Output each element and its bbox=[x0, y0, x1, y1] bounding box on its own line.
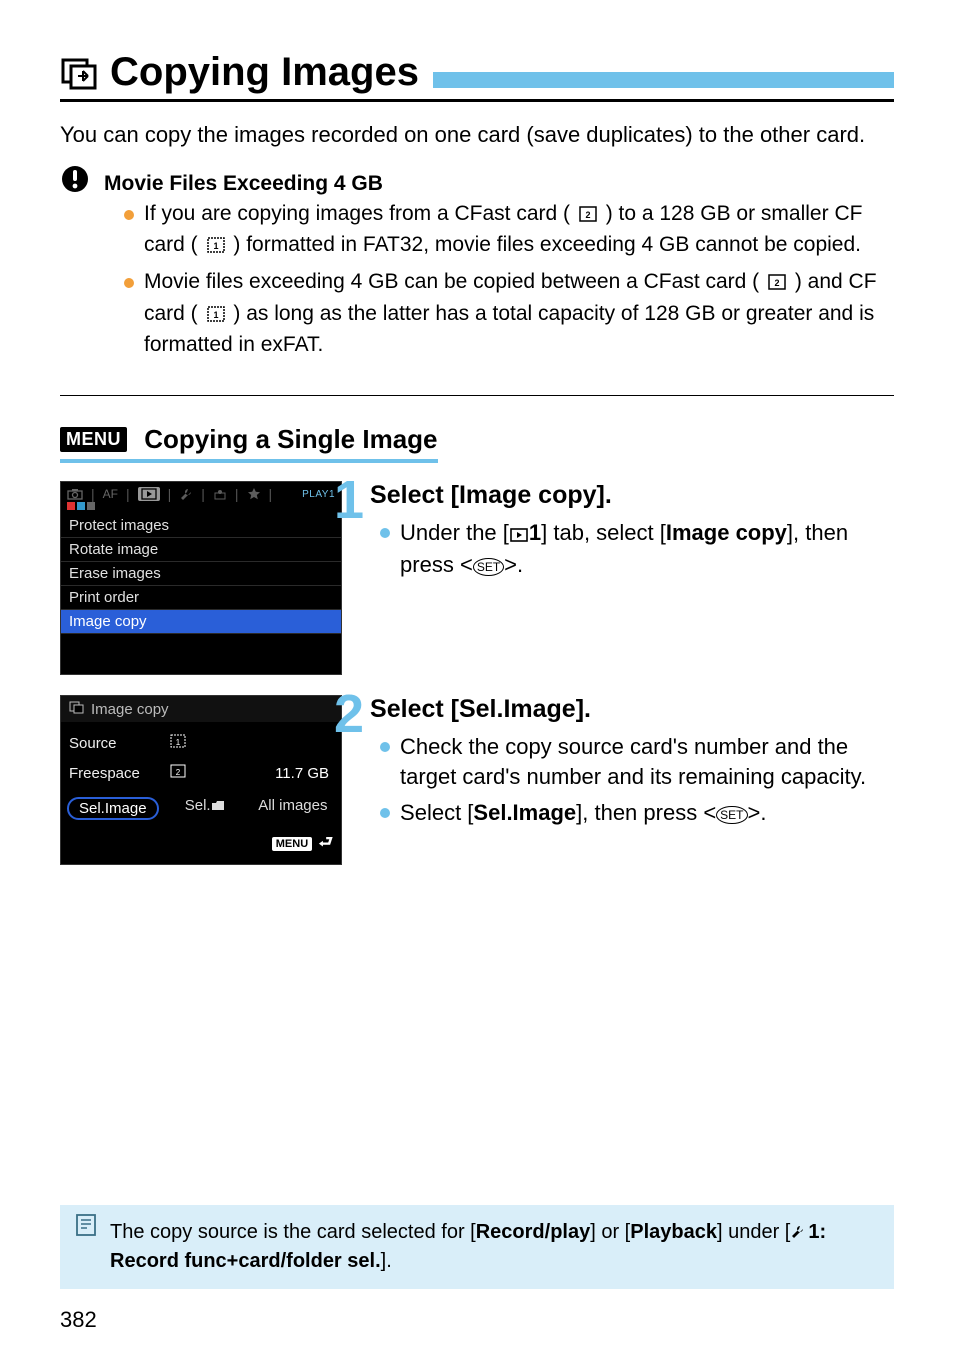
warning-item: If you are copying images from a CFast c… bbox=[124, 200, 894, 263]
source-card-icon: 1 bbox=[169, 733, 249, 753]
warning-heading: Movie Files Exceeding 4 GB bbox=[104, 172, 894, 196]
camera-menu-screenshot-2: Image copy Source 1 Freespace 2 bbox=[60, 695, 342, 865]
sel-image-button: Sel.Image bbox=[65, 794, 161, 823]
step-1: | AF | | | | bbox=[60, 481, 894, 675]
note-icon bbox=[74, 1213, 98, 1237]
step-2-bullet: Select [Sel.Image], then press <SET>. bbox=[374, 798, 894, 828]
menu-row-selected: Image copy bbox=[61, 610, 341, 634]
svg-text:2: 2 bbox=[775, 278, 780, 288]
freespace-card-icon: 2 bbox=[169, 763, 249, 783]
step-2-bullet: Check the copy source card's number and … bbox=[374, 732, 894, 791]
back-arrow-icon: ⮐ bbox=[314, 834, 333, 851]
custom-fn-tab-icon bbox=[213, 487, 227, 501]
svg-text:2: 2 bbox=[585, 210, 590, 220]
svg-text:1: 1 bbox=[213, 310, 218, 320]
text: Sel.Image bbox=[473, 800, 576, 825]
wrench-inline-icon bbox=[790, 1221, 806, 1248]
separator bbox=[60, 395, 894, 396]
text: ] or [ bbox=[590, 1221, 630, 1243]
cfast-card-icon: 2 bbox=[578, 203, 598, 231]
text: 1 bbox=[529, 520, 541, 545]
warning-item: Movie files exceeding 4 GB can be copied… bbox=[124, 268, 894, 359]
step-number-2: 2 bbox=[334, 687, 364, 741]
playback-inline-icon bbox=[510, 520, 528, 550]
svg-text:1: 1 bbox=[176, 738, 181, 747]
text: 1 bbox=[808, 1221, 819, 1243]
set-button-icon: SET bbox=[716, 806, 747, 824]
menu-badge: MENU bbox=[60, 427, 127, 452]
warning-box: Movie Files Exceeding 4 GB If you are co… bbox=[60, 170, 894, 378]
set-button-icon: SET bbox=[473, 558, 504, 576]
source-label: Source bbox=[69, 735, 169, 752]
text: If you are copying images from a CFast c… bbox=[144, 202, 570, 225]
text: ], then press < bbox=[576, 800, 716, 825]
text: >. bbox=[748, 800, 767, 825]
svg-text:2: 2 bbox=[176, 768, 181, 777]
step-2: Image copy Source 1 Freespace 2 bbox=[60, 695, 894, 865]
cfast-card-icon: 2 bbox=[767, 271, 787, 299]
text: ) as long as the latter has a total capa… bbox=[144, 302, 874, 356]
shot2-title-text: Image copy bbox=[91, 701, 169, 718]
title-accent-bar bbox=[433, 72, 894, 88]
intro-paragraph: You can copy the images recorded on one … bbox=[60, 120, 894, 150]
exclamation-icon bbox=[60, 164, 90, 194]
step-1-bullet: Under the [1] tab, select [Image copy], … bbox=[374, 518, 894, 579]
freespace-label: Freespace bbox=[69, 765, 169, 782]
camera-tab-icon bbox=[67, 488, 83, 500]
text: Select [ bbox=[400, 800, 473, 825]
all-images-button: All images bbox=[249, 794, 337, 823]
text: ] tab, select [ bbox=[541, 520, 666, 545]
text: ]. bbox=[381, 1250, 392, 1272]
step-1-title: Select [Image copy]. bbox=[370, 481, 894, 510]
page-title: Copying Images bbox=[110, 50, 419, 95]
wrench-tab-icon bbox=[179, 487, 193, 501]
menu-row: Protect images bbox=[61, 514, 341, 538]
copy-images-title-icon bbox=[60, 53, 100, 93]
text: Record/play bbox=[476, 1221, 590, 1243]
text: Playback bbox=[630, 1221, 717, 1243]
note-box: The copy source is the card selected for… bbox=[60, 1205, 894, 1289]
cf-card-icon: 1 bbox=[206, 303, 226, 331]
subheading-text: Copying a Single Image bbox=[144, 424, 437, 454]
menu-row: Erase images bbox=[61, 562, 341, 586]
tab-page-label: PLAY1 bbox=[302, 489, 335, 500]
text: >. bbox=[504, 552, 523, 577]
camera-menu-screenshot-1: | AF | | | | bbox=[60, 481, 342, 675]
section-subheading: MENU Copying a Single Image bbox=[60, 424, 438, 463]
playback-tab-icon bbox=[138, 487, 160, 501]
star-tab-icon bbox=[247, 487, 261, 501]
text: ) formatted in FAT32, movie files exceed… bbox=[233, 233, 861, 256]
text: ] under [ bbox=[717, 1221, 790, 1243]
sel-folder-button: Sel. bbox=[161, 794, 249, 823]
page-number: 382 bbox=[60, 1307, 894, 1333]
page-title-row: Copying Images bbox=[60, 50, 894, 102]
copy-small-icon bbox=[69, 700, 85, 718]
text: Movie files exceeding 4 GB can be copied… bbox=[144, 270, 759, 293]
freespace-value: 11.7 GB bbox=[249, 765, 333, 782]
step-2-title: Select [Sel.Image]. bbox=[370, 695, 894, 724]
text: The copy source is the card selected for… bbox=[110, 1221, 476, 1243]
menu-row: Print order bbox=[61, 586, 341, 610]
cf-card-icon: 1 bbox=[206, 234, 226, 262]
svg-text:1: 1 bbox=[213, 241, 218, 251]
step-number-1: 1 bbox=[334, 473, 364, 527]
af-tab-icon: AF bbox=[103, 487, 118, 501]
menu-row: Rotate image bbox=[61, 538, 341, 562]
menu-chip: MENU bbox=[272, 837, 312, 851]
text: Under the [ bbox=[400, 520, 509, 545]
text: Image copy bbox=[666, 520, 787, 545]
